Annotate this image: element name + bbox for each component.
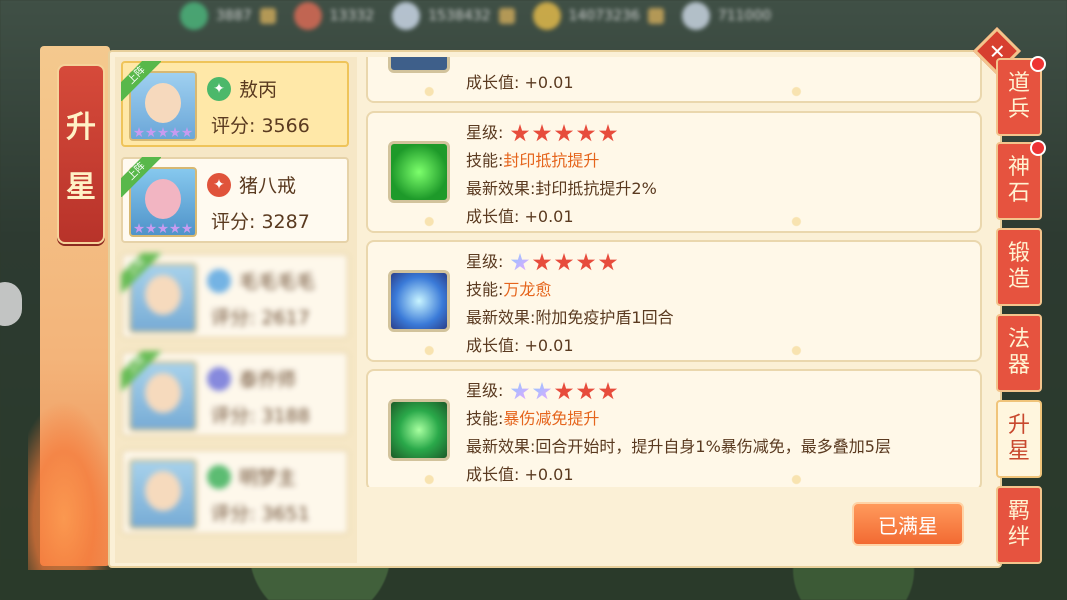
character-name: 明梦主 — [239, 467, 297, 489]
resource-value: 13332 — [329, 8, 375, 24]
effect-label: 最新效果: — [466, 437, 536, 456]
character-score: 评分: 2617 — [211, 307, 310, 329]
effect-text: 封印抵抗提升2% — [535, 179, 657, 198]
tab-star-up[interactable]: 升星 — [996, 400, 1042, 478]
wind-icon: ✦ — [207, 76, 231, 101]
add-icon[interactable] — [498, 8, 515, 24]
skill-list[interactable]: 成长值: +0.01 星级: 技能:封印抵抗提升 最新效果:封印抵抗提升2% 成… — [366, 57, 984, 487]
effect-text: 回合开始时，提升自身1%暴伤减免，最多叠加5层 — [535, 437, 891, 456]
star-rating — [129, 127, 197, 139]
character-name: 毛毛毛毛 — [239, 271, 316, 293]
star-label: 星级: — [466, 381, 504, 400]
star-label: 星级: — [466, 252, 504, 271]
effect-label: 最新效果: — [466, 308, 536, 327]
growth-value: +0.01 — [524, 336, 574, 355]
character-name: 敖丙 — [239, 79, 278, 101]
growth-value: +0.01 — [524, 73, 574, 92]
water-icon — [207, 268, 231, 293]
character-card-aobing[interactable]: 上阵 ✦ 敖丙 评分: 3566 — [121, 61, 349, 147]
skill-card: 星级: 技能:封印抵抗提升 最新效果:封印抵抗提升2% 成长值: +0.01 — [366, 111, 982, 233]
resource-jade[interactable]: 3887 — [180, 2, 276, 30]
face-icon — [293, 2, 322, 30]
character-card-zhubajie[interactable]: 上阵 ✦ 猪八戒 评分: 3287 — [121, 157, 349, 243]
resource-bar: 3887 13332 1538432 14073236 711000 — [180, 0, 940, 32]
star-rating — [510, 382, 618, 401]
resource-value: 14073236 — [568, 8, 640, 24]
skill-card: 星级: 技能:万龙愈 最新效果:附加免疫护盾1回合 成长值: +0.01 — [366, 240, 982, 362]
effect-label: 最新效果: — [466, 179, 536, 198]
notification-dot — [1030, 140, 1046, 156]
fire-icon: ✦ — [207, 172, 231, 197]
character-score: 评分: 3566 — [211, 115, 310, 137]
deployed-ribbon: 上阵 — [121, 351, 161, 391]
skill-name: 封印抵抗提升 — [503, 151, 600, 170]
notification-dot — [1030, 56, 1046, 72]
skill-card: 成长值: +0.01 — [366, 57, 982, 103]
effect-text: 附加免疫护盾1回合 — [535, 308, 674, 327]
token-icon — [681, 2, 710, 30]
character-card[interactable]: 上阵 毛毛毛毛 评分: 2617 — [121, 253, 349, 339]
tab-divine-stone[interactable]: 神石 — [996, 140, 1046, 220]
add-icon[interactable] — [647, 8, 664, 24]
star-label: 星级: — [466, 123, 504, 142]
growth-value: +0.01 — [524, 207, 574, 226]
skill-label: 技能: — [466, 151, 504, 170]
max-star-button[interactable]: 已满星 — [852, 502, 964, 546]
skill-name: 暴伤减免提升 — [503, 409, 600, 428]
character-name: 猪八戒 — [239, 175, 297, 197]
star-rating — [129, 223, 197, 235]
resource-value: 3887 — [216, 8, 252, 24]
resource-face[interactable]: 13332 — [293, 2, 375, 30]
deployed-ribbon: 上阵 — [121, 253, 161, 293]
shield-slash-icon — [388, 399, 450, 461]
resource-cloud[interactable]: 1538432 — [392, 2, 515, 30]
skill-name: 万龙愈 — [503, 280, 552, 299]
partial-skill-icon — [388, 57, 450, 73]
coin-icon — [532, 2, 561, 30]
star-rating — [510, 253, 618, 272]
tab-weapon[interactable]: 道兵 — [996, 56, 1046, 136]
tab-bond[interactable]: 羁绊 — [996, 486, 1042, 564]
title-char: 星 — [66, 170, 96, 205]
character-name: 泰乔师 — [239, 369, 297, 391]
title-char: 升 — [66, 110, 96, 145]
resource-value: 1538432 — [428, 8, 491, 24]
character-score: 评分: 3287 — [211, 211, 310, 233]
growth-value: +0.01 — [524, 465, 574, 484]
avatar — [129, 459, 197, 529]
wind-icon — [207, 464, 231, 489]
growth-label: 成长值: — [466, 465, 520, 484]
tab-forge[interactable]: 锻造 — [996, 228, 1042, 306]
skill-card: 星级: 技能:暴伤减免提升 最新效果:回合开始时，提升自身1%暴伤减免，最多叠加… — [366, 369, 982, 487]
growth-label: 成长值: — [466, 336, 520, 355]
resource-value: 711000 — [717, 8, 772, 24]
character-card[interactable]: 明梦主 评分: 3651 — [121, 449, 349, 535]
growth-label: 成长值: — [466, 73, 520, 92]
thunder-icon — [207, 366, 231, 391]
add-icon[interactable] — [259, 8, 276, 24]
tab-artifact[interactable]: 法器 — [996, 314, 1042, 392]
skill-label: 技能: — [466, 280, 504, 299]
resource-coin[interactable]: 14073236 — [532, 2, 664, 30]
skill-label: 技能: — [466, 409, 504, 428]
deployed-ribbon: 上阵 — [121, 157, 161, 197]
page-title-banner: 升 星 — [57, 64, 105, 244]
character-score: 评分: 3651 — [211, 503, 310, 525]
deployed-ribbon: 上阵 — [121, 61, 161, 101]
seal-resist-icon — [388, 141, 450, 203]
jade-icon — [180, 2, 208, 30]
star-rating — [510, 124, 618, 143]
growth-label: 成长值: — [466, 207, 520, 226]
resource-token[interactable]: 711000 — [681, 2, 772, 30]
dragon-heal-icon — [388, 270, 450, 332]
flame-decoration — [28, 400, 118, 570]
character-card[interactable]: 上阵 泰乔师 评分: 3188 — [121, 351, 349, 437]
character-score: 评分: 3188 — [211, 405, 310, 427]
character-list[interactable]: 上阵 ✦ 敖丙 评分: 3566 上阵 ✦ 猪八戒 评分: 3287 上阵 毛毛… — [115, 57, 357, 563]
cloud-icon — [392, 2, 421, 30]
